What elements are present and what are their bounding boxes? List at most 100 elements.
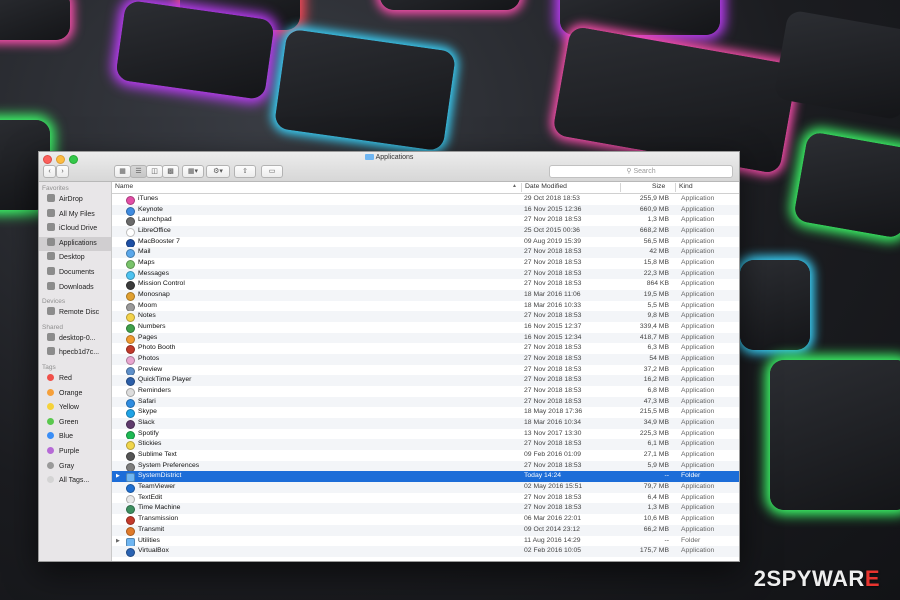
file-kind: Application <box>681 323 715 331</box>
disclosure-arrow-icon[interactable]: ▶ <box>116 471 120 482</box>
tags-button[interactable]: ▭ <box>261 165 283 178</box>
cover-flow-button[interactable]: ▩ <box>162 165 179 178</box>
sidebar-item-gray[interactable]: Gray <box>39 460 111 475</box>
file-kind: Application <box>681 291 715 299</box>
app-icon <box>126 430 135 440</box>
search-input[interactable]: ⚲ Search <box>549 165 733 178</box>
file-name: Photos <box>138 355 160 363</box>
column-size-header[interactable]: Size <box>652 183 665 190</box>
table-row[interactable]: Transmission 06 Mar 2016 22:01 10,6 MB Appl… <box>112 514 739 526</box>
sidebar-item-airdrop[interactable]: AirDrop <box>39 193 111 208</box>
table-row[interactable]: Reminders 27 Nov 2018 18:53 6,8 MB Applicat… <box>112 386 739 398</box>
table-row[interactable]: Safari 27 Nov 2018 18:53 47,3 MB Applicatio… <box>112 396 739 408</box>
column-date-header[interactable]: Date Modified <box>525 183 567 190</box>
table-row[interactable]: Messages 27 Nov 2018 18:53 22,3 MB Applicat… <box>112 268 739 280</box>
file-name: MacBooster 7 <box>138 237 180 245</box>
file-date: 06 Mar 2016 22:01 <box>524 515 582 523</box>
sidebar-item-downloads[interactable]: Downloads <box>39 281 111 296</box>
forward-button[interactable]: › <box>56 165 69 178</box>
sidebar-heading: Tags <box>42 363 56 371</box>
watermark-part: SPYWAR <box>766 566 865 591</box>
table-row[interactable]: QuickTime Player 27 Nov 2018 18:53 16,2 MB… <box>112 375 739 387</box>
disclosure-arrow-icon[interactable]: ▶ <box>116 536 120 547</box>
downloads-icon <box>47 281 55 290</box>
list-view-button[interactable]: ☰ <box>130 165 147 178</box>
table-row[interactable]: Transmit 09 Oct 2014 23:12 66,2 MB Applicat… <box>112 524 739 536</box>
table-row[interactable]: TeamViewer 02 May 2016 15:51 79,7 MB Applic… <box>112 482 739 494</box>
table-row[interactable]: ▶ Utilities 11 Aug 2016 14:29 -- Folder <box>112 536 739 547</box>
sidebar-item-red[interactable]: Red <box>39 372 111 387</box>
table-row[interactable]: ▶ SystemDistrict Today 14:24 -- Folder <box>112 471 739 483</box>
file-size: 668,2 MB <box>639 227 669 235</box>
sidebar-item-hpecb1d7c[interactable]: hpecb1d7c... <box>39 346 111 361</box>
file-size: -- <box>664 472 669 480</box>
documents-icon <box>47 266 55 275</box>
sidebar-item-green[interactable]: Green <box>39 416 111 431</box>
app-icon <box>126 388 135 398</box>
table-row[interactable]: Maps 27 Nov 2018 18:53 15,8 MB Application <box>112 258 739 270</box>
file-kind: Folder <box>681 536 701 544</box>
action-gear-button[interactable]: ⚙▾ <box>206 165 230 178</box>
table-row[interactable]: Time Machine 27 Nov 2018 18:53 1,3 MB Appli… <box>112 503 739 515</box>
table-row[interactable]: Mission Control 27 Nov 2018 18:53 864 KB Ap… <box>112 279 739 291</box>
file-size: 6,1 MB <box>647 440 669 448</box>
column-separator <box>620 183 621 192</box>
app-icon <box>126 398 135 408</box>
table-row[interactable]: iTunes 29 Oct 2018 18:53 255,9 MB Applicati… <box>112 194 739 205</box>
folder-icon <box>126 473 135 483</box>
table-row[interactable]: Pages 16 Nov 2015 12:34 418,7 MB Applicatio… <box>112 332 739 344</box>
file-kind: Application <box>681 259 715 267</box>
sidebar-item-desktop-0[interactable]: desktop-0... <box>39 332 111 347</box>
file-rows: iTunes 29 Oct 2018 18:53 255,9 MB Applicati… <box>112 194 739 561</box>
file-name: Mission Control <box>138 280 185 288</box>
file-size: 1,3 MB <box>647 504 669 512</box>
table-row[interactable]: TextEdit 27 Nov 2018 18:53 6,4 MB Applicati… <box>112 493 739 504</box>
sidebar-item-label: Documents <box>59 268 95 276</box>
keyboard-key <box>793 131 900 239</box>
file-date: 27 Nov 2018 18:53 <box>524 376 582 384</box>
table-row[interactable]: Notes 27 Nov 2018 18:53 9,8 MB Application <box>112 311 739 323</box>
file-date: 27 Nov 2018 18:53 <box>524 248 582 256</box>
column-kind-header[interactable]: Kind <box>679 183 693 190</box>
sidebar-item-all-tags[interactable]: All Tags... <box>39 474 111 489</box>
arrange-button[interactable]: ▦▾ <box>182 165 204 178</box>
table-row[interactable]: Preview 27 Nov 2018 18:53 37,2 MB Applicati… <box>112 365 739 376</box>
table-row[interactable]: Mail 27 Nov 2018 18:53 42 MB Application <box>112 247 739 259</box>
table-row[interactable]: Photo Booth 27 Nov 2018 18:53 6,3 MB Applic… <box>112 343 739 355</box>
column-name-header[interactable]: Name <box>115 183 133 190</box>
table-row[interactable]: Moom 18 Mar 2016 10:33 5,5 MB Application <box>112 301 739 312</box>
app-icon <box>126 249 135 259</box>
sidebar-item-applications[interactable]: Applications <box>39 236 111 252</box>
sidebar-item-remote-disc[interactable]: Remote Disc <box>39 306 111 321</box>
icon-view-button[interactable]: ▦ <box>114 165 131 178</box>
sidebar-item-blue[interactable]: Blue <box>39 430 111 445</box>
table-row[interactable]: Monosnap 18 Mar 2016 11:06 19,5 MB Applicat… <box>112 290 739 302</box>
back-button[interactable]: ‹ <box>43 165 56 178</box>
sidebar-item-documents[interactable]: Documents <box>39 266 111 281</box>
file-list: Name ▲ Date Modified Size Kind iTunes 29 … <box>112 182 739 561</box>
table-row[interactable]: Stickies 27 Nov 2018 18:53 6,1 MB Applicati… <box>112 439 739 451</box>
table-row[interactable]: Sublime Text 09 Feb 2016 01:09 27,1 MB Appl… <box>112 450 739 462</box>
table-row[interactable]: Photos 27 Nov 2018 18:53 54 MB Application <box>112 354 739 366</box>
sidebar-item-icloud-drive[interactable]: iCloud Drive <box>39 222 111 237</box>
table-row[interactable]: Spotify 13 Nov 2017 13:30 225,3 MB Applicat… <box>112 429 739 440</box>
app-icon <box>126 377 135 387</box>
table-row[interactable]: Slack 18 Mar 2016 10:34 34,9 MB Application <box>112 418 739 430</box>
sidebar-item-purple[interactable]: Purple <box>39 445 111 460</box>
table-row[interactable]: Skype 18 May 2018 17:36 215,5 MB Applicatio… <box>112 407 739 419</box>
column-view-button[interactable]: ◫ <box>146 165 163 178</box>
table-row[interactable]: Launchpad 27 Nov 2018 18:53 1,3 MB Applicat… <box>112 215 739 227</box>
file-size: 175,7 MB <box>639 547 669 555</box>
sidebar-item-orange[interactable]: Orange <box>39 387 111 402</box>
sidebar-item-all-my-files[interactable]: All My Files <box>39 208 111 223</box>
table-row[interactable]: System Preferences 27 Nov 2018 18:53 5,9 M… <box>112 460 739 472</box>
table-row[interactable]: Keynote 16 Nov 2015 12:36 660,9 MB Applicat… <box>112 204 739 216</box>
sidebar-item-desktop[interactable]: Desktop <box>39 251 111 266</box>
table-row[interactable]: VirtualBox 02 Feb 2016 10:05 175,7 MB Appli… <box>112 546 739 558</box>
share-button[interactable]: ⇧ <box>234 165 256 178</box>
file-size: 22,3 MB <box>643 269 669 277</box>
sidebar-item-yellow[interactable]: Yellow <box>39 401 111 416</box>
table-row[interactable]: LibreOffice 25 Oct 2015 00:36 668,2 MB Appl… <box>112 226 739 238</box>
table-row[interactable]: MacBooster 7 09 Aug 2019 15:39 56,5 MB Appl… <box>112 237 739 248</box>
table-row[interactable]: Numbers 16 Nov 2015 12:37 339,4 MB Applicat… <box>112 322 739 334</box>
